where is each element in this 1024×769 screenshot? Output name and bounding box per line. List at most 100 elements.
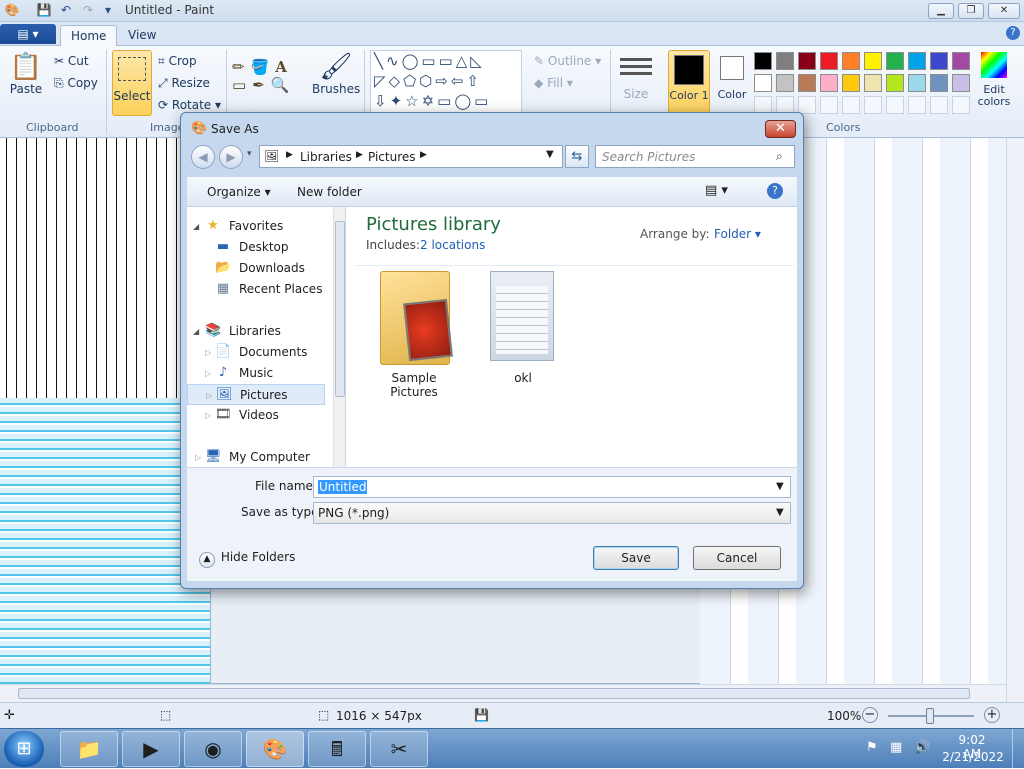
save-icon[interactable]: 💾 [36, 3, 52, 19]
color-swatch[interactable] [886, 74, 904, 92]
organize-button[interactable]: Organize ▾ [207, 185, 271, 199]
clock-date[interactable]: 2/21/2022 [942, 750, 1004, 764]
taskbar-explorer[interactable]: 📁 [60, 731, 118, 767]
action-center-icon[interactable]: ⚑ [866, 740, 878, 755]
address-dropdown-icon[interactable]: ▼ [546, 149, 554, 160]
save-type-select[interactable]: PNG (*.png) ▼ [313, 502, 791, 524]
color-swatch[interactable] [864, 96, 882, 114]
nav-documents[interactable]: ▷ 📄 Documents [187, 342, 325, 363]
close-window-button[interactable]: ✕ [988, 3, 1020, 19]
color-swatch[interactable] [908, 74, 926, 92]
file-name-dropdown-icon[interactable]: ▼ [776, 477, 784, 497]
cancel-button[interactable]: Cancel [693, 546, 781, 570]
cut-button[interactable]: ✂ Cut [54, 54, 89, 68]
vertical-scrollbar[interactable] [1006, 138, 1024, 702]
dialog-help-icon[interactable]: ? [767, 183, 783, 199]
crop-button[interactable]: ⌗ Crop [158, 54, 197, 69]
outline-button[interactable]: ✎ Outline ▾ [534, 54, 601, 68]
color-swatch[interactable] [930, 74, 948, 92]
paint-app-icon[interactable]: 🎨 [4, 3, 20, 19]
color-swatch[interactable] [820, 96, 838, 114]
zoom-out-button[interactable]: − [862, 707, 878, 723]
breadcrumb-libraries[interactable]: Libraries [300, 150, 352, 164]
nav-scrollbar[interactable] [333, 207, 345, 467]
nav-favorites[interactable]: ◢ ★ Favorites [187, 216, 325, 237]
nav-music[interactable]: ▷ ♪ Music [187, 363, 325, 384]
nav-videos[interactable]: ▷ 🎞 Videos [187, 405, 325, 426]
pencil-icon[interactable]: ✏ [232, 58, 251, 76]
color-swatch[interactable] [798, 74, 816, 92]
breadcrumb-pictures[interactable]: Pictures [368, 150, 416, 164]
undo-icon[interactable]: ↶ [58, 3, 74, 19]
collapsed-arrow-icon[interactable]: ▷ [205, 342, 211, 363]
save-type-dropdown-icon[interactable]: ▼ [776, 503, 784, 523]
file-item-okl[interactable]: okl [488, 271, 558, 387]
start-button[interactable]: ⊞ [4, 731, 44, 767]
help-icon[interactable]: ? [1006, 26, 1020, 40]
nav-pictures[interactable]: ▷ 🖼 Pictures [187, 384, 325, 405]
brushes-button[interactable]: 🖌 Brushes [312, 52, 360, 96]
minimize-button[interactable]: ▁ [928, 3, 954, 19]
arrange-by-dropdown[interactable]: Folder ▾ [714, 227, 761, 241]
color1-button[interactable]: Color 1 [668, 50, 710, 116]
nav-libraries[interactable]: ◢ 📚 Libraries [187, 321, 325, 342]
color-swatch[interactable] [842, 52, 860, 70]
redo-icon[interactable]: ↷ [80, 3, 96, 19]
expanded-arrow-icon[interactable]: ◢ [193, 321, 199, 342]
dialog-close-button[interactable]: ✕ [765, 120, 796, 138]
tab-view[interactable]: View [118, 25, 166, 46]
includes-link[interactable]: 2 locations [420, 238, 485, 252]
copy-button[interactable]: ⎘ Copy [54, 76, 98, 91]
color-swatch[interactable] [842, 96, 860, 114]
search-input[interactable]: Search Pictures ⌕ [595, 145, 795, 168]
color2-button[interactable]: Color 2 [714, 50, 750, 100]
collapsed-arrow-icon[interactable]: ▷ [195, 447, 201, 468]
show-desktop-button[interactable] [1012, 729, 1024, 769]
color-picker-icon[interactable]: ✒ [252, 76, 271, 94]
shapes-gallery[interactable]: ╲∿◯▭▭△◺ ◸◇⬠⬡⇨⇦⇧ ⇩✦☆✡▭◯▭ [370, 50, 522, 114]
forward-button[interactable]: ▶ [219, 145, 243, 169]
search-icon[interactable]: ⌕ [776, 149, 783, 164]
network-icon[interactable]: ▦ [890, 740, 902, 755]
color-swatch[interactable] [908, 96, 926, 114]
text-icon[interactable]: A [275, 58, 293, 76]
horizontal-scrollbar[interactable] [0, 684, 1012, 702]
color-swatch[interactable] [820, 52, 838, 70]
select-button[interactable]: Select [112, 50, 152, 116]
customize-qat-icon[interactable]: ▾ [100, 3, 116, 19]
hide-folders-button[interactable]: ▲ Hide Folders [199, 550, 295, 568]
eraser-icon[interactable]: ▭ [232, 76, 252, 94]
nav-my-computer[interactable]: ▷ 🖥 My Computer [187, 447, 325, 468]
horizontal-scroll-thumb[interactable] [18, 688, 970, 699]
zoom-slider-thumb[interactable] [926, 708, 934, 724]
collapsed-arrow-icon[interactable]: ▷ [206, 385, 212, 406]
color-swatch[interactable] [754, 52, 772, 70]
resize-button[interactable]: ⤢ Resize [158, 76, 210, 91]
paint-menu-button[interactable]: ▤ ▾ [0, 24, 56, 44]
color-swatch[interactable] [754, 74, 772, 92]
collapsed-arrow-icon[interactable]: ▷ [205, 363, 211, 384]
color-swatch[interactable] [952, 96, 970, 114]
color-swatch[interactable] [864, 74, 882, 92]
file-name-input[interactable]: Untitled ▼ [313, 476, 791, 498]
zoom-in-button[interactable]: + [984, 707, 1000, 723]
color-swatch[interactable] [798, 52, 816, 70]
color-swatch[interactable] [798, 96, 816, 114]
nav-scroll-thumb[interactable] [335, 221, 345, 397]
color-swatch[interactable] [776, 74, 794, 92]
recent-locations-icon[interactable]: ▾ [247, 149, 252, 159]
new-folder-button[interactable]: New folder [297, 185, 362, 199]
color-swatch[interactable] [886, 96, 904, 114]
color-swatch[interactable] [930, 52, 948, 70]
rotate-button[interactable]: ⟳ Rotate ▾ [158, 98, 221, 112]
refresh-button[interactable]: ⇆ [565, 145, 589, 168]
address-bar[interactable]: 🖼 ▶ Libraries ▶ Pictures ▶ ▼ [259, 145, 563, 168]
paste-button[interactable]: 📋 Paste [6, 52, 46, 96]
nav-desktop[interactable]: ▬ Desktop [187, 237, 325, 258]
color-swatch[interactable] [820, 74, 838, 92]
collapsed-arrow-icon[interactable]: ▷ [205, 405, 211, 426]
color-swatch[interactable] [842, 74, 860, 92]
color-swatch[interactable] [908, 52, 926, 70]
size-button[interactable]: Size [618, 54, 654, 101]
taskbar-paint[interactable]: 🎨 [246, 731, 304, 767]
